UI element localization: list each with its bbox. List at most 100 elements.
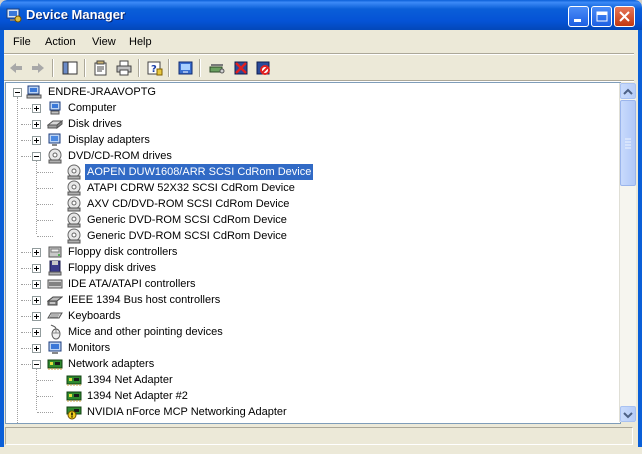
expand-toggle[interactable] xyxy=(32,264,41,273)
grip-icon xyxy=(625,138,631,149)
tree-branch xyxy=(37,380,53,381)
tree-category-network-adapters[interactable]: Network adapters xyxy=(10,356,610,372)
network-adapter-icon xyxy=(66,391,82,402)
window-bottom-edge xyxy=(0,447,642,454)
device-label: NVIDIA nForce MCP Networking Adapter xyxy=(87,406,287,418)
expand-toggle[interactable] xyxy=(32,136,41,145)
tree-category-keyboards[interactable]: Keyboards xyxy=(10,308,610,324)
properties-button[interactable] xyxy=(91,58,111,78)
expand-toggle[interactable] xyxy=(32,296,41,305)
expand-toggle[interactable] xyxy=(32,344,41,353)
tree-branch xyxy=(37,172,53,173)
help-icon: ? xyxy=(147,61,163,76)
menu-separator xyxy=(4,53,634,55)
device-tree[interactable]: ENDRE-JRAAVOPTG Computer Disk drives Dis… xyxy=(5,82,621,424)
device-label-selected: AOPEN DUW1608/ARR SCSI CdRom Device xyxy=(83,163,315,181)
forward-button[interactable] xyxy=(28,58,48,78)
tree-category-floppy-drives[interactable]: Floppy disk drives xyxy=(10,260,610,276)
help-button[interactable]: ? xyxy=(145,58,165,78)
back-icon xyxy=(10,63,22,73)
scroll-down-button[interactable] xyxy=(620,406,636,422)
tree-device-row[interactable]: NVIDIA nForce MCP Networking Adapter xyxy=(10,404,610,420)
tree-device-row[interactable]: ATAPI CDRW 52X32 SCSI CdRom Device xyxy=(10,180,610,196)
tree-root-row[interactable]: ENDRE-JRAAVOPTG xyxy=(10,84,610,100)
title-bar[interactable]: Device Manager xyxy=(0,0,642,30)
disable-icon xyxy=(256,61,270,75)
menu-file[interactable]: File xyxy=(13,36,31,48)
toolbar-separator xyxy=(138,59,140,77)
tree-category-floppy-controllers[interactable]: Floppy disk controllers xyxy=(10,244,610,260)
cdrom-device-icon xyxy=(67,180,81,196)
tree-category-dvd-cdrom-drives[interactable]: DVD/CD-ROM drives xyxy=(10,148,610,164)
tree-category-ide-controllers[interactable]: IDE ATA/ATAPI controllers xyxy=(10,276,610,292)
svg-text:?: ? xyxy=(151,64,157,75)
tree-branch xyxy=(37,188,53,189)
category-label: IDE ATA/ATAPI controllers xyxy=(68,278,196,290)
tree-category-mice[interactable]: Mice and other pointing devices xyxy=(10,324,610,340)
scroll-up-button[interactable] xyxy=(620,83,636,99)
expand-toggle[interactable] xyxy=(32,280,41,289)
print-button[interactable] xyxy=(114,58,134,78)
expand-toggle[interactable] xyxy=(32,248,41,257)
uninstall-button[interactable] xyxy=(231,58,251,78)
window-title: Device Manager xyxy=(26,7,125,22)
tree-device-row[interactable]: AOPEN DUW1608/ARR SCSI CdRom Device xyxy=(10,163,610,181)
device-label: Generic DVD-ROM SCSI CdRom Device xyxy=(87,214,287,226)
cdrom-device-icon xyxy=(67,196,81,212)
expand-toggle[interactable] xyxy=(32,104,41,113)
expand-toggle[interactable] xyxy=(32,328,41,337)
monitor-icon xyxy=(48,341,62,354)
toolbar-separator xyxy=(199,59,201,77)
expand-toggle[interactable] xyxy=(32,312,41,321)
properties-icon xyxy=(94,60,107,76)
ieee1394-controller-icon xyxy=(47,296,63,306)
scan-hardware-button[interactable] xyxy=(207,58,227,78)
computer-icon xyxy=(49,101,61,115)
back-button[interactable] xyxy=(6,58,26,78)
tree-category-computer[interactable]: Computer xyxy=(10,100,610,116)
display-adapter-icon xyxy=(48,133,61,146)
category-label: IEEE 1394 Bus host controllers xyxy=(68,294,221,306)
close-icon xyxy=(619,11,630,22)
menu-action[interactable]: Action xyxy=(45,36,76,48)
maximize-button[interactable] xyxy=(591,6,612,27)
expand-toggle[interactable] xyxy=(32,120,41,129)
floppy-drive-icon xyxy=(48,260,62,276)
device-manager-window: Device Manager File Action View Help ? E… xyxy=(0,0,642,454)
disable-button[interactable] xyxy=(253,58,273,78)
minimize-button[interactable] xyxy=(568,6,589,27)
network-adapter-warning-icon xyxy=(66,406,82,420)
collapse-toggle[interactable] xyxy=(32,152,41,161)
category-label: Network adapters xyxy=(68,358,155,370)
menu-bar: File Action View Help xyxy=(4,32,634,53)
update-driver-button[interactable] xyxy=(176,58,196,78)
category-label: Disk drives xyxy=(68,118,122,130)
collapse-toggle[interactable] xyxy=(32,360,41,369)
tree-category-monitors[interactable]: Monitors xyxy=(10,340,610,356)
close-button[interactable] xyxy=(614,6,635,27)
tree-device-row[interactable]: Generic DVD-ROM SCSI CdRom Device xyxy=(10,212,610,228)
tree-branch xyxy=(37,236,53,237)
toolbar-separator xyxy=(52,59,54,77)
tree-root-label: ENDRE-JRAAVOPTG xyxy=(48,86,156,98)
vertical-scrollbar[interactable] xyxy=(619,83,636,422)
category-label: Monitors xyxy=(68,342,111,354)
show-hide-console-tree-button[interactable] xyxy=(60,58,80,78)
tree-device-row[interactable]: Generic DVD-ROM SCSI CdRom Device xyxy=(10,228,610,244)
tree-category-ieee1394-controllers[interactable]: IEEE 1394 Bus host controllers xyxy=(10,292,610,308)
window-frame-left xyxy=(0,30,4,454)
tree-device-row[interactable]: 1394 Net Adapter xyxy=(10,372,610,388)
menu-help[interactable]: Help xyxy=(129,36,152,48)
tree-category-disk-drives[interactable]: Disk drives xyxy=(10,116,610,132)
device-label: 1394 Net Adapter #2 xyxy=(87,390,188,402)
collapse-toggle[interactable] xyxy=(13,88,22,97)
tree-branch xyxy=(37,412,53,413)
tree-category-display-adapters[interactable]: Display adapters xyxy=(10,132,610,148)
menu-view[interactable]: View xyxy=(92,36,116,48)
tree-device-row[interactable]: 1394 Net Adapter #2 xyxy=(10,388,610,404)
category-label: Keyboards xyxy=(68,310,121,322)
tree-device-row[interactable]: AXV CD/DVD-ROM SCSI CdRom Device xyxy=(10,196,610,212)
category-label: Mice and other pointing devices xyxy=(68,326,223,338)
scroll-thumb[interactable] xyxy=(620,100,636,186)
chevron-down-icon xyxy=(623,412,633,419)
